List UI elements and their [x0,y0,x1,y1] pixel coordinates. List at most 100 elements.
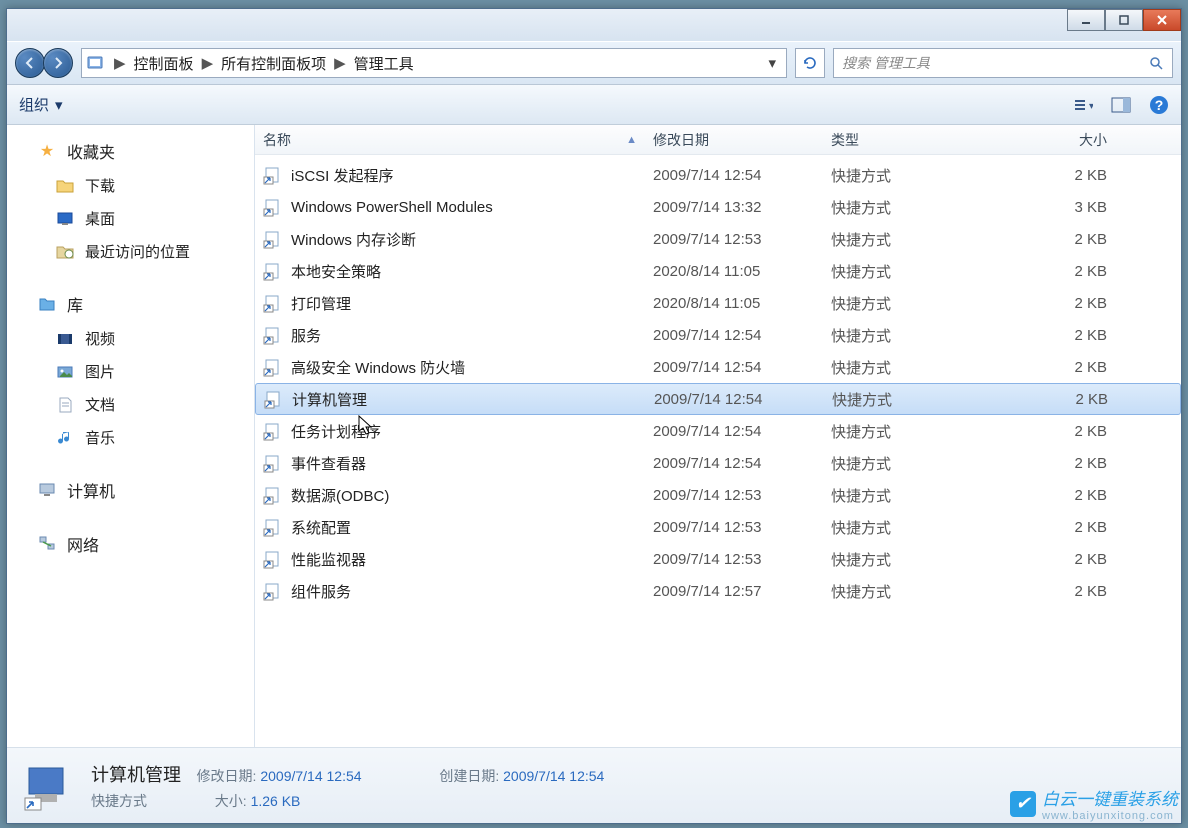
column-size[interactable]: 大小 [999,130,1115,150]
help-button[interactable]: ? [1149,95,1169,115]
file-name: 任务计划程序 [291,421,381,442]
file-size: 2 KB [1000,391,1116,408]
refresh-icon [802,55,818,71]
explorer-window: ▶ 控制面板 ▶ 所有控制面板项 ▶ 管理工具 ▾ 搜索 管理工具 组织 ▾ ▾ [6,8,1182,824]
music-icon [55,428,75,448]
sidebar-item-desktop[interactable]: 桌面 [7,202,254,235]
details-title: 计算机管理 [91,765,181,785]
file-date: 2009/7/14 12:54 [645,359,823,376]
file-row[interactable]: 组件服务2009/7/14 12:57快捷方式2 KB [255,575,1181,607]
sidebar-item-label: 图片 [85,361,115,382]
file-type: 快捷方式 [823,165,999,186]
view-button[interactable]: ▾ [1073,95,1093,115]
file-type: 快捷方式 [823,485,999,506]
search-input[interactable]: 搜索 管理工具 [833,48,1173,78]
chevron-right-icon: ▶ [326,54,354,72]
sidebar-item-label: 桌面 [85,208,115,229]
file-row[interactable]: 计算机管理2009/7/14 12:54快捷方式2 KB [255,383,1181,415]
details-subtitle: 快捷方式 [91,793,147,809]
file-date: 2009/7/14 12:53 [645,487,823,504]
file-date: 2009/7/14 12:57 [645,583,823,600]
file-row[interactable]: 性能监视器2009/7/14 12:53快捷方式2 KB [255,543,1181,575]
search-placeholder: 搜索 管理工具 [842,53,1148,73]
breadcrumb-item[interactable]: 控制面板 [134,53,194,74]
file-name: 高级安全 Windows 防火墙 [291,357,465,378]
sidebar-item-documents[interactable]: 文档 [7,388,254,421]
sidebar: ★ 收藏夹 下载 桌面 最近访问的位置 [7,125,255,747]
file-size: 2 KB [999,167,1115,184]
file-row[interactable]: 数据源(ODBC)2009/7/14 12:53快捷方式2 KB [255,479,1181,511]
file-type: 快捷方式 [823,261,999,282]
file-row[interactable]: Windows 内存诊断2009/7/14 12:53快捷方式2 KB [255,223,1181,255]
sidebar-item-downloads[interactable]: 下载 [7,169,254,202]
file-name: 本地安全策略 [291,261,381,282]
file-name: 性能监视器 [291,549,366,570]
sidebar-item-videos[interactable]: 视频 [7,322,254,355]
column-type[interactable]: 类型 [823,130,999,150]
file-row[interactable]: iSCSI 发起程序2009/7/14 12:54快捷方式2 KB [255,159,1181,191]
back-button[interactable] [15,48,45,78]
column-name[interactable]: 名称 ▲ [255,130,645,150]
sidebar-item-label: 音乐 [85,427,115,448]
shortcut-icon [263,293,283,313]
file-list[interactable]: iSCSI 发起程序2009/7/14 12:54快捷方式2 KBWindows… [255,155,1181,747]
sidebar-libraries[interactable]: 库 [7,286,254,322]
file-row[interactable]: Windows PowerShell Modules2009/7/14 13:3… [255,191,1181,223]
video-icon [55,329,75,349]
file-name: iSCSI 发起程序 [291,165,394,186]
column-date[interactable]: 修改日期 [645,130,823,150]
sidebar-item-label: 下载 [85,175,115,196]
organize-button[interactable]: 组织 ▾ [19,94,63,115]
minimize-icon [1080,14,1092,26]
file-name: 数据源(ODBC) [291,485,389,506]
sidebar-network[interactable]: 网络 [7,526,254,562]
file-name: Windows 内存诊断 [291,229,416,250]
file-date: 2009/7/14 13:32 [645,199,823,216]
maximize-button[interactable] [1105,9,1143,31]
file-row[interactable]: 系统配置2009/7/14 12:53快捷方式2 KB [255,511,1181,543]
sidebar-item-label: 文档 [85,394,115,415]
maximize-icon [1118,14,1130,26]
details-pane: 计算机管理 修改日期: 2009/7/14 12:54 创建日期: 2009/7… [7,747,1181,823]
forward-button[interactable] [43,48,73,78]
file-size: 2 KB [999,327,1115,344]
sidebar-label: 计算机 [67,478,115,502]
sidebar-item-music[interactable]: 音乐 [7,421,254,454]
file-type: 快捷方式 [823,229,999,250]
file-row[interactable]: 高级安全 Windows 防火墙2009/7/14 12:54快捷方式2 KB [255,351,1181,383]
minimize-button[interactable] [1067,9,1105,31]
sidebar-item-pictures[interactable]: 图片 [7,355,254,388]
breadcrumb-dropdown[interactable]: ▾ [762,54,782,72]
preview-pane-button[interactable] [1111,95,1131,115]
file-type: 快捷方式 [823,357,999,378]
recent-icon [55,242,75,262]
file-name: 计算机管理 [292,389,367,410]
close-button[interactable] [1143,9,1181,31]
close-icon [1156,14,1168,26]
shortcut-icon [263,549,283,569]
chevron-down-icon: ▾ [55,96,63,114]
svg-text:▾: ▾ [1089,101,1093,112]
breadcrumb-item[interactable]: 所有控制面板项 [221,53,326,74]
breadcrumb-item[interactable]: 管理工具 [354,53,414,74]
shortcut-icon [263,261,283,281]
sidebar-label: 收藏夹 [67,139,115,163]
file-type: 快捷方式 [823,549,999,570]
file-date: 2009/7/14 12:53 [645,519,823,536]
file-row[interactable]: 服务2009/7/14 12:54快捷方式2 KB [255,319,1181,351]
file-date: 2009/7/14 12:54 [645,327,823,344]
file-row[interactable]: 本地安全策略2020/8/14 11:05快捷方式2 KB [255,255,1181,287]
sidebar-favorites[interactable]: ★ 收藏夹 [7,133,254,169]
refresh-button[interactable] [795,48,825,78]
file-name: 服务 [291,325,321,346]
sidebar-item-recent[interactable]: 最近访问的位置 [7,235,254,268]
file-size: 2 KB [999,423,1115,440]
svg-text:?: ? [1155,97,1164,113]
file-row[interactable]: 事件查看器2009/7/14 12:54快捷方式2 KB [255,447,1181,479]
file-date: 2020/8/14 11:05 [645,295,823,312]
file-row[interactable]: 任务计划程序2009/7/14 12:54快捷方式2 KB [255,415,1181,447]
sidebar-computer[interactable]: 计算机 [7,472,254,508]
file-row[interactable]: 打印管理2020/8/14 11:05快捷方式2 KB [255,287,1181,319]
breadcrumb[interactable]: ▶ 控制面板 ▶ 所有控制面板项 ▶ 管理工具 ▾ [81,48,787,78]
file-type: 快捷方式 [823,197,999,218]
